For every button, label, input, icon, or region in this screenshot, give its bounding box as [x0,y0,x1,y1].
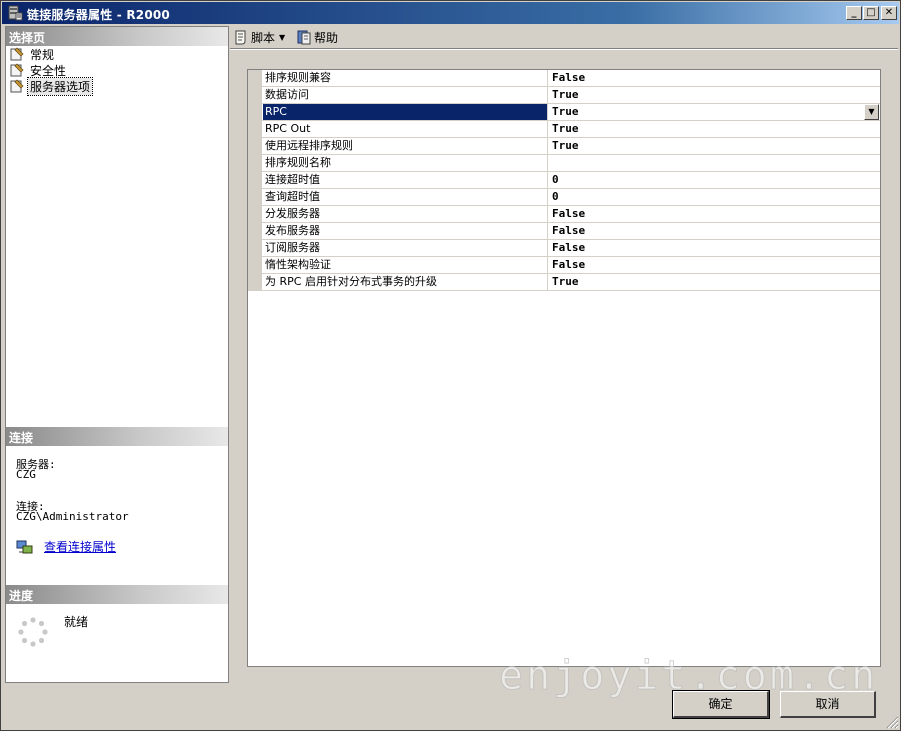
toolbar: 脚本 ▼ 帮助 [230,26,898,48]
property-name[interactable]: 排序规则兼容 [263,70,548,86]
property-value[interactable]: True [550,138,880,154]
server-value: CZG [16,468,36,481]
nav-item-label: 服务器选项 [26,76,94,96]
grid-row[interactable]: 数据访问 True [248,87,880,104]
property-name[interactable]: 订阅服务器 [263,240,548,256]
property-name[interactable]: 分发服务器 [263,206,548,222]
page-wrench-icon [10,79,24,93]
row-gutter [248,138,262,155]
page-wrench-icon [10,47,24,61]
property-grid: 排序规则兼容 False 数据访问 True RPC True ▼ RPC Ou… [247,69,881,667]
row-gutter [248,223,262,240]
property-value[interactable]: 0 [550,172,880,188]
close-button[interactable]: ✕ [881,6,897,20]
property-value[interactable]: False [550,240,880,256]
progress-header: 进度 [6,585,228,604]
property-name[interactable]: 为 RPC 启用针对分布式事务的升级 [263,274,548,290]
property-name[interactable]: 使用远程排序规则 [263,138,548,154]
connection-properties-icon [16,540,33,553]
nav-item-security[interactable]: 安全性 [9,62,68,78]
property-name[interactable]: 连接超时值 [263,172,548,188]
property-value[interactable] [550,155,880,171]
connection-header: 连接 [6,427,228,446]
connection-value: CZG\Administrator [16,510,129,523]
row-gutter [248,257,262,274]
property-value[interactable]: False [550,70,880,86]
property-name[interactable]: 查询超时值 [263,189,548,205]
progress-spinner-icon [18,617,48,647]
property-name[interactable]: RPC Out [263,121,548,137]
script-icon [235,30,246,45]
property-name[interactable]: 发布服务器 [263,223,548,239]
grid-row[interactable]: 查询超时值 0 [248,189,880,206]
property-name[interactable]: 惰性架构验证 [263,257,548,273]
row-gutter [248,189,262,206]
resize-grip-icon[interactable] [883,713,899,729]
row-gutter [248,87,262,104]
property-value[interactable]: False [550,223,880,239]
title-bar[interactable]: 链接服务器属性 - R2000 _ □ ✕ [2,2,899,24]
row-gutter [248,155,262,172]
row-gutter [248,206,262,223]
window-title: 链接服务器属性 - R2000 [27,8,170,22]
ok-button[interactable]: 确定 [672,690,770,719]
property-value[interactable]: True [550,121,880,137]
help-icon [297,30,311,45]
chevron-down-icon[interactable]: ▼ [279,33,285,42]
script-label: 脚本 [251,30,276,45]
toolbar-divider [230,48,898,50]
property-value[interactable]: True [550,87,880,103]
nav-item-server-options[interactable]: 服务器选项 [9,76,94,96]
property-name[interactable]: 排序规则名称 [263,155,548,171]
grid-row[interactable]: 使用远程排序规则 True [248,138,880,155]
property-value[interactable]: False [550,206,880,222]
row-gutter [248,274,262,291]
value-dropdown-button[interactable]: ▼ [864,104,879,120]
cancel-button[interactable]: 取消 [780,691,876,718]
progress-status: 就绪 [64,615,89,629]
grid-row[interactable]: 分发服务器 False [248,206,880,223]
grid-row[interactable]: 惰性架构验证 False [248,257,880,274]
grid-row[interactable]: 连接超时值 0 [248,172,880,189]
row-gutter [248,172,262,189]
property-value[interactable]: False [550,257,880,273]
row-gutter [248,240,262,257]
row-gutter [248,121,262,138]
grid-row[interactable]: 排序规则名称 [248,155,880,172]
view-connection-properties[interactable]: 查看连接属性 [16,538,116,555]
help-button[interactable]: 帮助 [296,28,338,46]
nav-item-general[interactable]: 常规 [9,46,56,62]
grid-row[interactable]: 排序规则兼容 False [248,70,880,87]
property-name[interactable]: 数据访问 [263,87,548,103]
nav-item-label: 安全性 [30,63,67,78]
select-page-header: 选择页 [6,27,228,46]
view-connection-properties-link[interactable]: 查看连接属性 [44,538,116,555]
row-gutter [248,70,262,87]
server-properties-icon [8,5,23,21]
grid-row-selected[interactable]: RPC True ▼ [248,104,880,121]
grid-row[interactable]: 为 RPC 启用针对分布式事务的升级 True [248,274,880,291]
script-button[interactable]: 脚本 ▼ [233,28,285,46]
maximize-button[interactable]: □ [863,6,879,20]
grid-row[interactable]: 订阅服务器 False [248,240,880,257]
page-wrench-icon [10,63,24,77]
minimize-button[interactable]: _ [846,6,862,20]
grid-row[interactable]: 发布服务器 False [248,223,880,240]
row-gutter [248,104,262,121]
property-value[interactable]: 0 [550,189,880,205]
property-value[interactable]: True [550,104,880,120]
nav-item-label: 常规 [30,47,55,62]
grid-row[interactable]: RPC Out True [248,121,880,138]
property-name[interactable]: RPC [263,104,548,120]
left-pane: 选择页 常规 安全性 服务器选项 连接 服务器: CZG 连接: CZG\Adm… [5,26,229,683]
dialog-window: 链接服务器属性 - R2000 _ □ ✕ 选择页 常规 安全性 服务器选项 连… [0,0,901,731]
property-value[interactable]: True [550,274,880,290]
help-label: 帮助 [314,30,339,45]
